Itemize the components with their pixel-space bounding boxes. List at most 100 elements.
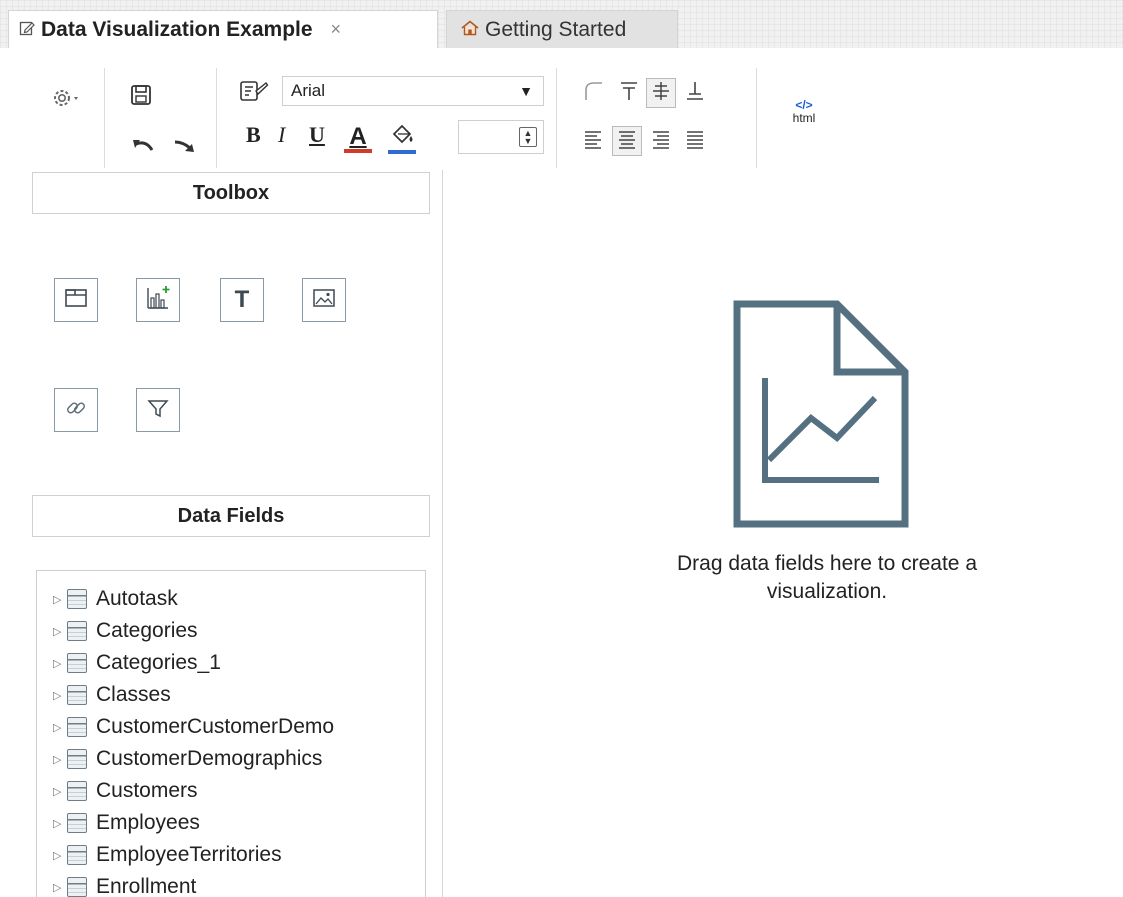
- html-label: html: [792, 111, 816, 125]
- chart-document-icon: [733, 300, 911, 535]
- container-tool[interactable]: [54, 278, 98, 322]
- tree-item[interactable]: ▷ CustomerCustomerDemo: [37, 711, 425, 743]
- tree-item[interactable]: ▷ CustomerDemographics: [37, 743, 425, 775]
- paint-bucket-icon: [389, 123, 415, 150]
- close-tab-icon[interactable]: ×: [331, 19, 342, 40]
- format-painter-button[interactable]: [234, 78, 274, 108]
- align-left-button[interactable]: [578, 126, 608, 156]
- align-center-button[interactable]: [612, 126, 642, 156]
- tree-item[interactable]: ▷ Categories: [37, 615, 425, 647]
- tree-item-label: Categories: [96, 619, 198, 642]
- tree-item-label: Autotask: [96, 587, 178, 610]
- expand-arrow-icon[interactable]: ▷: [53, 817, 67, 830]
- edit-document-icon: [19, 18, 35, 42]
- align-right-icon: [650, 128, 672, 155]
- expand-arrow-icon[interactable]: ▷: [53, 625, 67, 638]
- tree-item-label: EmployeeTerritories: [96, 843, 282, 866]
- toolbar-divider: [756, 68, 757, 168]
- settings-dropdown-button[interactable]: [48, 78, 92, 122]
- expand-arrow-icon[interactable]: ▷: [53, 753, 67, 766]
- data-fields-header: Data Fields: [32, 495, 430, 537]
- table-icon: [67, 813, 87, 833]
- toolbox-header: Toolbox: [32, 172, 430, 214]
- align-top-icon: [618, 80, 640, 107]
- tree-item[interactable]: ▷ Classes: [37, 679, 425, 711]
- font-color-swatch: [344, 149, 372, 153]
- format-painter-icon: [239, 79, 269, 108]
- tree-item[interactable]: ▷ Autotask: [37, 583, 425, 615]
- redo-button[interactable]: [164, 132, 204, 162]
- tree-item[interactable]: ▷ Customers: [37, 775, 425, 807]
- tree-item[interactable]: ▷ Employees: [37, 807, 425, 839]
- tree-item-label: CustomerCustomerDemo: [96, 715, 335, 738]
- undo-button[interactable]: [126, 132, 160, 162]
- table-icon: [67, 781, 87, 801]
- fill-color-button[interactable]: [384, 120, 420, 156]
- text-tool[interactable]: T: [220, 278, 264, 322]
- tree-item-label: Employees: [96, 811, 200, 834]
- redo-icon: [171, 136, 197, 159]
- expand-arrow-icon[interactable]: ▷: [53, 593, 67, 606]
- chart-tool[interactable]: [136, 278, 180, 322]
- gear-icon: [50, 86, 90, 115]
- rotate-icon: [582, 80, 604, 107]
- text-icon: T: [234, 286, 250, 313]
- font-family-value: Arial: [291, 81, 326, 100]
- rotate-text-button[interactable]: [578, 78, 608, 108]
- tree-item[interactable]: ▷ Categories_1: [37, 647, 425, 679]
- align-middle-icon: [650, 80, 672, 107]
- underline-button[interactable]: U: [309, 122, 325, 148]
- valign-bottom-button[interactable]: [680, 78, 710, 108]
- tab-strip: Data Visualization Example × Getting Sta…: [0, 0, 1123, 48]
- expand-arrow-icon[interactable]: ▷: [53, 689, 67, 702]
- link-icon: [64, 396, 88, 425]
- align-right-button[interactable]: [646, 126, 676, 156]
- justify-button[interactable]: [680, 126, 710, 156]
- expand-arrow-icon[interactable]: ▷: [53, 849, 67, 862]
- empty-canvas-message: Drag data fields here to create a visual…: [552, 550, 1102, 606]
- tab-getting-started[interactable]: Getting Started: [446, 10, 678, 48]
- visualization-canvas[interactable]: Drag data fields here to create a visual…: [452, 170, 1123, 897]
- font-color-icon: A: [349, 123, 367, 150]
- html-source-button[interactable]: </> html: [778, 92, 830, 132]
- toolbar-divider: [104, 68, 105, 168]
- valign-top-button[interactable]: [614, 78, 644, 108]
- align-bottom-icon: [684, 80, 706, 107]
- data-fields-tree: ▷ Autotask ▷ Categories ▷ Categories_1 ▷ Cla…: [36, 570, 426, 897]
- filter-tool[interactable]: [136, 388, 180, 432]
- add-chart-icon: [144, 284, 172, 317]
- undo-icon: [130, 136, 156, 159]
- table-icon: [67, 685, 87, 705]
- home-icon: [461, 18, 479, 42]
- tree-item[interactable]: ▷ Enrollment: [37, 871, 425, 897]
- bold-button[interactable]: B: [246, 122, 261, 148]
- table-icon: [67, 589, 87, 609]
- italic-button[interactable]: I: [278, 122, 285, 148]
- font-size-spinner[interactable]: ▲ ▼: [519, 127, 537, 147]
- toolbar-divider: [216, 68, 217, 168]
- empty-canvas-message-line2: visualization.: [766, 580, 888, 603]
- tree-item-label: Customers: [96, 779, 198, 802]
- container-icon: [64, 288, 88, 313]
- tree-item[interactable]: ▷ EmployeeTerritories: [37, 839, 425, 871]
- font-family-select[interactable]: Arial ▼: [282, 76, 544, 106]
- image-icon: [312, 288, 336, 313]
- tab-label: Data Visualization Example: [41, 17, 313, 41]
- valign-middle-button[interactable]: [646, 78, 676, 108]
- image-tool[interactable]: [302, 278, 346, 322]
- expand-arrow-icon[interactable]: ▷: [53, 721, 67, 734]
- link-tool[interactable]: [54, 388, 98, 432]
- tab-data-visualization-example[interactable]: Data Visualization Example ×: [8, 10, 438, 48]
- save-button[interactable]: [124, 82, 158, 112]
- font-color-button[interactable]: A: [340, 120, 376, 156]
- expand-arrow-icon[interactable]: ▷: [53, 657, 67, 670]
- tab-label: Getting Started: [485, 17, 627, 41]
- expand-arrow-icon[interactable]: ▷: [53, 785, 67, 798]
- table-icon: [67, 749, 87, 769]
- expand-arrow-icon[interactable]: ▷: [53, 881, 67, 894]
- empty-canvas-message-line1: Drag data fields here to create a: [676, 552, 977, 575]
- table-icon: [67, 621, 87, 641]
- toolbar: Arial ▼ B I U A ▲ ▼ </> html: [0, 48, 1123, 170]
- code-icon: </>: [795, 98, 813, 112]
- font-size-input[interactable]: ▲ ▼: [458, 120, 544, 154]
